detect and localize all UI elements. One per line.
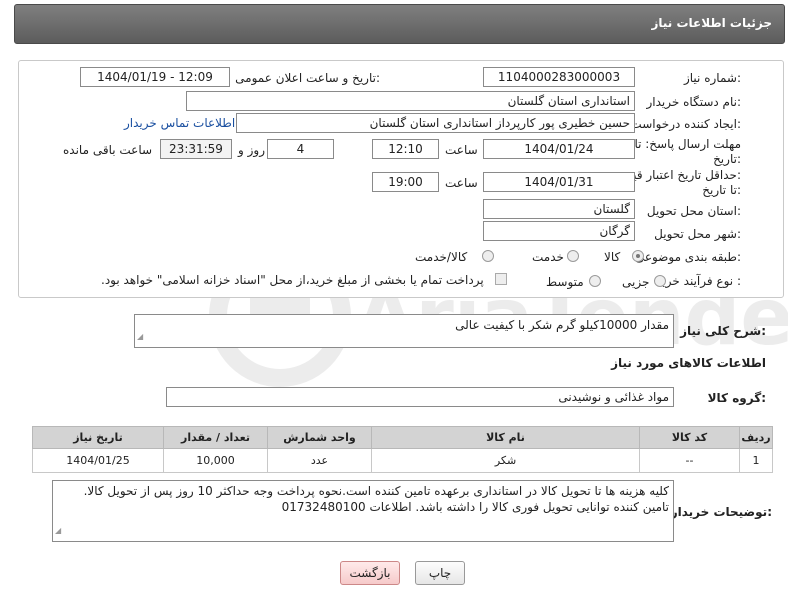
category-radio-goods[interactable] <box>632 250 644 262</box>
goods-group-field[interactable]: مواد غذائی و نوشیدنی <box>166 387 674 407</box>
validity-label-line2: تا تاریخ: <box>702 183 741 197</box>
delivery-province-field[interactable]: گلستان <box>483 199 635 219</box>
deadline-label-line2: تاریخ: <box>713 152 741 166</box>
cell-item-code: -- <box>639 448 740 473</box>
buyer-org-label: نام دستگاه خریدار: <box>646 95 742 109</box>
goods-group-label: گروه کالا: <box>707 391 766 405</box>
deadline-date-field[interactable]: 1404/01/24 <box>483 139 635 159</box>
cell-item-name: شکر <box>371 448 640 473</box>
col-quantity: تعداد / مقدار <box>163 426 268 449</box>
goods-section-title: اطلاعات کالاهای مورد نیاز <box>611 356 766 370</box>
print-button[interactable]: چاپ <box>415 561 465 585</box>
time-remaining-field[interactable]: 23:31:59 <box>160 139 232 159</box>
col-need-date: تاریخ نیاز <box>32 426 164 449</box>
category-radio-goods-service[interactable] <box>482 250 494 262</box>
col-item-code: کد کالا <box>639 426 740 449</box>
validity-time-label: ساعت <box>445 176 478 190</box>
validity-time-field[interactable]: 19:00 <box>372 172 439 192</box>
cell-row-number: 1 <box>739 448 773 473</box>
delivery-province-label: استان محل تحویل: <box>646 204 741 218</box>
process-option-minor: جزیی <box>622 275 650 289</box>
creator-field[interactable]: حسین خطیری پور کارپرداز استانداری استان … <box>236 113 635 133</box>
days-remaining-field[interactable]: 4 <box>267 139 334 159</box>
category-option-goods: کالا <box>604 250 621 264</box>
treasury-payment-note: پرداخت تمام یا بخشی از مبلغ خرید،از محل … <box>101 273 484 287</box>
creator-label: ایجاد کننده درخواست: <box>630 117 741 131</box>
process-radio-medium[interactable] <box>589 275 601 287</box>
buyer-org-field[interactable]: استانداری استان گلستان <box>186 91 635 111</box>
delivery-city-field[interactable]: گرگان <box>483 221 635 241</box>
deadline-label-line1: مهلت ارسال پاسخ: تا <box>634 137 741 151</box>
category-option-service: خدمت <box>532 250 564 264</box>
need-number-field[interactable]: 1104000283000003 <box>483 67 635 87</box>
col-item-name: نام کالا <box>371 426 640 449</box>
resize-grip-icon[interactable]: ◢ <box>137 329 143 345</box>
process-label: نوع فرآیند خرید : <box>656 274 741 288</box>
cell-quantity: 10,000 <box>163 448 268 473</box>
buyer-notes-textarea[interactable]: کلیه هزینه ها تا تحویل کالا در استانداری… <box>52 480 674 542</box>
need-number-label: شماره نیاز: <box>683 71 741 85</box>
process-radio-minor[interactable] <box>654 275 666 287</box>
resize-grip-icon[interactable]: ◢ <box>55 523 61 539</box>
deadline-time-label: ساعت <box>445 143 478 157</box>
announce-label: تاریخ و ساعت اعلان عمومی: <box>235 71 380 85</box>
goods-table: ردیف کد کالا نام کالا واحد شمارش تعداد /… <box>32 426 773 473</box>
col-unit: واحد شمارش <box>267 426 372 449</box>
buyer-contact-link[interactable]: اطلاعات تماس خریدار <box>124 116 235 130</box>
process-option-medium: متوسط <box>546 275 584 289</box>
table-row[interactable]: 1 -- شکر عدد 10,000 1404/01/25 <box>32 448 773 473</box>
goods-table-header: ردیف کد کالا نام کالا واحد شمارش تعداد /… <box>32 426 773 449</box>
announce-datetime-field[interactable]: 1404/01/19 - 12:09 <box>80 67 230 87</box>
page-title: جزئیات اطلاعات نیاز <box>651 16 772 30</box>
page-header: جزئیات اطلاعات نیاز <box>14 4 785 44</box>
col-row-number: ردیف <box>739 426 773 449</box>
back-button[interactable]: بازگشت <box>340 561 400 585</box>
need-description-label: شرح کلی نیاز: <box>680 324 766 338</box>
need-description-text: مقدار 10000کیلو گرم شکر با کیفیت عالی <box>455 318 669 332</box>
need-description-textarea[interactable]: مقدار 10000کیلو گرم شکر با کیفیت عالی ◢ <box>134 314 674 348</box>
deadline-time-field[interactable]: 12:10 <box>372 139 439 159</box>
buyer-notes-text: کلیه هزینه ها تا تحویل کالا در استانداری… <box>83 484 669 514</box>
time-remaining-label: ساعت باقی مانده <box>63 143 153 157</box>
cell-need-date: 1404/01/25 <box>32 448 164 473</box>
days-label: روز و <box>238 143 265 157</box>
delivery-city-label: شهر محل تحویل: <box>654 227 741 241</box>
cell-unit: عدد <box>267 448 372 473</box>
category-option-goods-service: کالا/خدمت <box>415 250 468 264</box>
category-label: طبقه بندی موضوعی: <box>634 250 741 264</box>
treasury-payment-checkbox[interactable] <box>495 273 507 285</box>
category-radio-service[interactable] <box>567 250 579 262</box>
validity-date-field[interactable]: 1404/01/31 <box>483 172 635 192</box>
buyer-notes-label: توضیحات خریدار: <box>670 505 772 519</box>
